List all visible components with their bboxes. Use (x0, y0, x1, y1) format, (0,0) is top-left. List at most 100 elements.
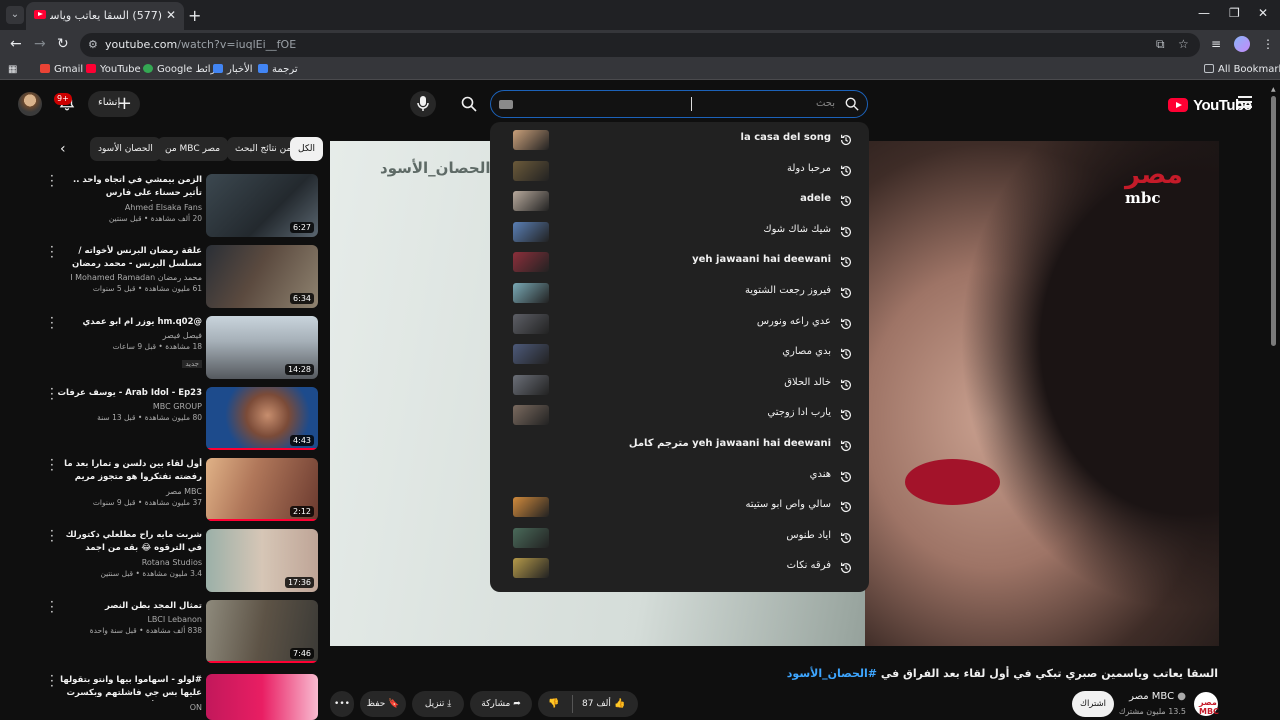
chip-black-horse[interactable]: الحصان الأسود (90, 137, 161, 161)
install-app-icon[interactable]: ⧉ (1156, 37, 1165, 52)
search-suggestion[interactable]: فرقه نكات (490, 554, 869, 584)
search-suggestion[interactable]: بدي مصاري (490, 340, 869, 370)
close-tab-icon[interactable]: ✕ (166, 8, 176, 22)
search-suggestion[interactable]: yeh jawaani hai deewani مترجم كامل (490, 432, 869, 462)
chevron-left-icon[interactable]: ‹ (60, 141, 66, 157)
history-icon (839, 346, 853, 360)
bookmark-star-icon[interactable]: ☆ (1178, 37, 1189, 51)
bookmark-gmail[interactable]: Gmail (40, 64, 83, 75)
bookmark-translate[interactable]: ترجمة (258, 64, 298, 75)
related-video[interactable]: · · · أول لقاء بين دلسن و تمارا بعد ما رفض… (50, 454, 320, 524)
reading-list-icon[interactable]: ≡ (1211, 37, 1221, 51)
search-suggestion[interactable]: la casa del song (490, 126, 869, 156)
related-video[interactable]: · · · الزمن بيمشي في اتجاه واحد .. تأثير ح… (50, 170, 320, 240)
suggestion-thumbnail (513, 497, 549, 518)
video-thumbnail[interactable]: 14:28 (206, 316, 318, 379)
more-actions-button[interactable]: ••• (330, 691, 354, 717)
search-submit-button[interactable] (452, 91, 484, 117)
mbc-masr-logo: مصر mbc (1125, 160, 1183, 207)
voice-search-button[interactable] (410, 91, 436, 117)
profile-avatar[interactable] (1234, 36, 1250, 52)
video-thumbnail[interactable]: 7:46 (206, 600, 318, 663)
video-frame-hair (930, 141, 1219, 646)
create-button[interactable]: إنشاء + (88, 91, 140, 117)
download-icon: ⤓ (447, 699, 452, 709)
channel-avatar[interactable]: مصر MBC (1194, 692, 1219, 716)
bookmarks-bar: ▦ Gmail YouTube Google خرائط الأخبار ترج… (0, 60, 1280, 80)
related-video[interactable]: · · · Arab Idol - Ep23 - يوسف عرفات MBC GRO… (50, 383, 320, 453)
related-video[interactable]: · · · #لولو - اسهاموا بيها وانتو بتقولها ع… (50, 670, 320, 720)
channel-name[interactable]: ● MBC مصر (1129, 691, 1186, 702)
suggestion-text: فيروز رجعت الشتوية (744, 285, 831, 296)
suggestion-thumbnail (513, 252, 549, 273)
chrome-menu-icon[interactable]: ⋮ (1262, 37, 1274, 51)
account-avatar[interactable] (18, 92, 42, 116)
dislike-icon[interactable]: 👎 (548, 691, 559, 717)
suggestion-thumbnail (513, 527, 549, 548)
suggestion-text: يارب ادا زوجتي (767, 407, 831, 419)
subscribe-button[interactable]: اشتراك (1072, 691, 1114, 717)
search-suggestion[interactable]: خالد الحلاق (490, 371, 869, 401)
bookmark-youtube[interactable]: YouTube (86, 64, 141, 75)
search-suggestion[interactable]: مرحبا دولة (490, 157, 869, 187)
video-thumbnail[interactable]: 4:43 (206, 387, 318, 450)
chip-all[interactable]: الكل (290, 137, 324, 161)
chip-from-search[interactable]: من نتائج البحث (227, 137, 300, 161)
address-bar[interactable]: ⚙ youtube.com/watch?v=iuqlEi__fOE ⧉ ☆ (80, 33, 1200, 57)
share-button[interactable]: مشاركة ➦ (470, 691, 532, 717)
suggestion-thumbnail (513, 191, 549, 212)
like-icon[interactable]: 👍 (614, 691, 625, 717)
search-suggestion[interactable]: yeh jawaani hai deewani (490, 248, 869, 278)
related-video[interactable]: · · · تمثال المجد بطن النصر LBCI Lebanon 838… (50, 596, 320, 666)
scroll-up-arrow-icon[interactable]: ▲ (1271, 86, 1276, 93)
search-suggestion[interactable]: عدي راعه ونورس (490, 310, 869, 340)
page-scrollbar[interactable] (1271, 96, 1276, 346)
search-suggestion[interactable]: شيك شاك شوك (490, 218, 869, 248)
restore-icon[interactable]: ❐ (1229, 6, 1240, 20)
video-thumbnail[interactable]: 6:34 (206, 245, 318, 308)
video-thumbnail[interactable]: 6:27 (206, 174, 318, 237)
search-suggestion[interactable]: يارب ادا زوجتي (490, 401, 869, 431)
related-video[interactable]: · · · شربت مايه راح مطلعلي دكتورلك في التر… (50, 525, 320, 595)
chip-from-mbc[interactable]: من MBC مصر (157, 137, 229, 161)
browser-tab-strip: ⌄ (577) السقا يعاتب وياسمين صبري ✕ + — ❐… (0, 0, 1280, 30)
minimize-icon[interactable]: — (1198, 6, 1210, 20)
suggestion-text: مرحبا دولة (787, 162, 831, 174)
search-suggestion[interactable]: سالي واص ابو ستيته (490, 493, 869, 523)
history-icon (839, 285, 853, 299)
window-close-icon[interactable]: ✕ (1258, 6, 1268, 20)
download-button[interactable]: تنزيل ⤓ (412, 691, 464, 717)
search-suggestion[interactable]: فيروز رجعت الشتوية (490, 279, 869, 309)
reload-icon[interactable]: ↻ (57, 36, 69, 52)
video-thumbnail[interactable]: 2:12 (206, 458, 318, 521)
video-thumbnail[interactable]: 17:36 (206, 529, 318, 592)
back-icon[interactable]: ← (10, 36, 22, 52)
search-suggestion[interactable]: اياد طنوس (490, 524, 869, 554)
suggestion-thumbnail (513, 160, 549, 181)
suggestion-text: خالد الحلاق (784, 376, 831, 388)
suggestion-thumbnail (513, 283, 549, 303)
keyboard-icon[interactable] (499, 100, 513, 109)
guide-menu-icon[interactable] (1238, 96, 1252, 111)
related-video[interactable]: · · · @hm.q02 يوزر ام ابو عمدي فيصل فيصر 18 … (50, 312, 320, 382)
history-icon (839, 254, 853, 268)
browser-tab[interactable]: (577) السقا يعاتب وياسمين صبري ✕ (26, 2, 184, 30)
save-button[interactable]: حفظ 🔖 (360, 691, 406, 717)
like-count[interactable]: 87 ألف (582, 691, 611, 717)
forward-icon[interactable]: → (34, 36, 46, 52)
tab-search-button[interactable]: ⌄ (6, 6, 24, 24)
search-suggestion[interactable]: هندي (490, 463, 869, 493)
video-thumbnail[interactable] (206, 674, 318, 720)
browser-toolbar: ← → ↻ ⚙ youtube.com/watch?v=iuqlEi__fOE … (0, 30, 1280, 60)
bookmark-news[interactable]: الأخبار (213, 64, 253, 75)
all-bookmarks[interactable]: All Bookmarks (1204, 64, 1280, 75)
search-input[interactable]: بحث (490, 90, 868, 118)
apps-grid-icon[interactable]: ▦ (8, 64, 17, 75)
search-suggestion[interactable]: adele (490, 187, 869, 217)
related-video[interactable]: · · · علقة رمضان البرنس لأخواته / مسلسل ال… (50, 241, 320, 311)
new-tab-icon[interactable]: + (188, 6, 201, 25)
site-info-icon[interactable]: ⚙ (88, 38, 98, 51)
video-hashtag-link[interactable]: #الحصان_الأسود (787, 667, 877, 680)
bookmark-maps[interactable]: Google خرائط (143, 64, 222, 75)
suggestion-text: la casa del song (740, 132, 831, 143)
